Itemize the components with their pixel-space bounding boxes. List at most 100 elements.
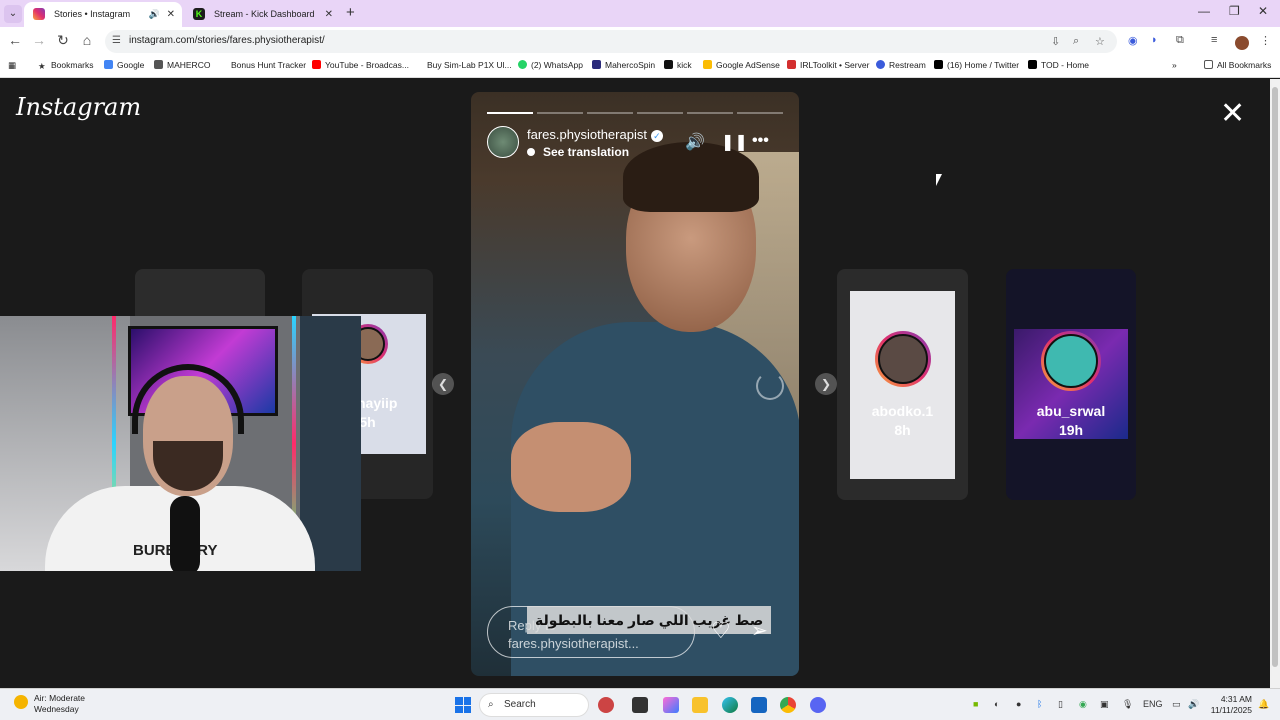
mouse-cursor-icon	[936, 174, 942, 186]
main-story[interactable]: fares.physiotherapist ✓ See translation 🔊…	[471, 92, 799, 676]
close-stories-icon[interactable]: ✕	[1220, 99, 1245, 129]
chrome-icon[interactable]	[780, 697, 796, 713]
story-username[interactable]: fares.physiotherapist ✓	[527, 127, 663, 142]
zoom-icon[interactable]: ⌕	[1073, 35, 1079, 48]
bookmark-item[interactable]: ★ Bookmarks	[38, 60, 94, 71]
url-text[interactable]: instagram.com/stories/fares.physiotherap…	[129, 35, 325, 46]
nvidia-tray-icon[interactable]: ■	[973, 699, 978, 709]
copilot-icon[interactable]	[663, 697, 679, 713]
bookmark-item[interactable]: MahercoSpin	[592, 60, 655, 70]
bookmark-item[interactable]: Restream	[876, 60, 926, 70]
extension-icon[interactable]: ◉	[1128, 34, 1138, 47]
bookmarks-overflow-icon[interactable]: »	[1172, 60, 1177, 70]
tab-audio-icon[interactable]: 🔊	[149, 2, 160, 27]
pause-icon[interactable]: ❚❚	[721, 132, 748, 152]
like-heart-icon[interactable]: ♡	[711, 618, 731, 644]
more-options-icon[interactable]: •••	[752, 132, 769, 150]
taskbar-search[interactable]: ⌕ Search	[479, 693, 589, 717]
story-person-hair	[623, 142, 759, 212]
windows-start-icon[interactable]	[455, 697, 471, 713]
bookmark-item[interactable]: (2) WhatsApp	[518, 60, 583, 70]
home-icon[interactable]: ⌂	[78, 32, 96, 48]
tab-kick[interactable]: K Stream - Kick Dashboard ✕	[184, 2, 340, 27]
back-icon[interactable]: ←	[6, 32, 24, 48]
media-control-icon[interactable]: ≡	[1211, 34, 1217, 46]
forward-icon[interactable]: →	[30, 32, 48, 48]
profile-avatar[interactable]	[1235, 36, 1249, 50]
tab-title: Stories • Instagram	[54, 9, 131, 19]
send-icon[interactable]: ➢	[751, 618, 768, 643]
extensions-puzzle-icon[interactable]: ⧉	[1176, 34, 1184, 47]
page-scrollbar[interactable]	[1270, 79, 1280, 688]
tray-icon[interactable]: ▯	[1058, 699, 1063, 710]
browser-toolbar: ← → ↻ ⌂ ☰ instagram.com/stories/fares.ph…	[0, 27, 1280, 56]
story-user-avatar[interactable]	[487, 126, 519, 158]
bookmark-item[interactable]: Google	[104, 60, 144, 70]
apps-grid-icon[interactable]: ▦	[8, 60, 16, 71]
microphone-tray-icon[interactable]: 🎙	[1122, 699, 1133, 710]
bookmark-item[interactable]: Buy Sim-Lab P1X Ul...	[414, 60, 512, 70]
taskbar-clock[interactable]: 4:31 AM 11/11/2025	[1206, 694, 1252, 716]
side-story-time: 19h	[1058, 422, 1084, 438]
file-explorer-icon[interactable]	[692, 697, 708, 713]
next-story-icon[interactable]: ❯	[815, 373, 837, 395]
story-progress-segment	[687, 112, 733, 114]
tray-icon[interactable]: ◉	[1079, 699, 1087, 710]
store-icon[interactable]	[751, 697, 767, 713]
tab-title: Stream - Kick Dashboard	[214, 9, 315, 19]
bookmark-item[interactable]: TOD - Home	[1028, 60, 1089, 70]
taskbar-app-icon[interactable]	[598, 697, 614, 713]
instagram-logo[interactable]: Instagram	[16, 93, 141, 121]
bookmark-item[interactable]: YouTube - Broadcas...	[312, 60, 409, 70]
volume-icon[interactable]: 🔊	[685, 132, 705, 152]
see-translation-link[interactable]: See translation	[527, 145, 629, 159]
reload-icon[interactable]: ↻	[54, 32, 72, 49]
scrollbar-thumb[interactable]	[1272, 87, 1278, 667]
menu-kebab-icon[interactable]: ⋮	[1260, 34, 1271, 47]
side-story-card[interactable]: abu_srwal 19h	[1006, 269, 1136, 500]
side-story-card[interactable]: abodko.1 8h	[837, 269, 968, 500]
language-indicator[interactable]: ENG	[1143, 699, 1163, 709]
side-story-time: 8h	[894, 422, 911, 438]
restore-icon[interactable]: ❐	[1229, 4, 1240, 18]
tab-instagram[interactable]: Stories • Instagram 🔊 ✕	[24, 2, 182, 27]
all-bookmarks[interactable]: All Bookmarks	[1204, 60, 1271, 70]
new-tab-icon[interactable]: +	[346, 4, 355, 21]
edge-icon[interactable]	[722, 697, 738, 713]
bookmark-item[interactable]: Bonus Hunt Tracker	[218, 60, 306, 70]
notification-icon[interactable]: 🔔	[1258, 699, 1269, 710]
tab-search-icon[interactable]: ⌄	[4, 5, 22, 23]
bookmark-item[interactable]: MAHERCO	[154, 60, 210, 70]
bookmark-item[interactable]: (16) Home / Twitter	[934, 60, 1019, 70]
tab-close-icon[interactable]: ✕	[167, 2, 175, 27]
address-bar[interactable]: ☰ instagram.com/stories/fares.physiother…	[105, 30, 1117, 53]
star-icon[interactable]: ☆	[1095, 35, 1105, 48]
previous-story-icon[interactable]: ❮	[432, 373, 454, 395]
tab-strip: ⌄ Stories • Instagram 🔊 ✕ K Stream - Kic…	[0, 0, 1280, 27]
bookmark-item[interactable]: Google AdSense	[703, 60, 780, 70]
site-info-icon[interactable]: ☰	[112, 35, 121, 46]
bookmark-label: Restream	[889, 60, 926, 70]
task-view-icon[interactable]	[632, 697, 648, 713]
weather-icon	[14, 695, 28, 709]
bookmark-label: Bonus Hunt Tracker	[231, 60, 307, 70]
bluetooth-icon[interactable]: ᛒ	[1037, 699, 1042, 709]
audio-extension-icon[interactable]: ◗	[1151, 34, 1158, 46]
minimize-icon[interactable]: —	[1198, 4, 1210, 18]
bookmark-item[interactable]: kick	[664, 60, 692, 70]
tray-icon[interactable]: ◐	[994, 699, 999, 709]
tray-icon[interactable]: ▣	[1100, 699, 1109, 710]
bookmark-label: MahercoSpin	[605, 60, 656, 70]
bookmark-item[interactable]: IRLToolkit • Server	[787, 60, 869, 70]
tray-icon[interactable]: ●	[1016, 699, 1021, 709]
tab-close-icon[interactable]: ✕	[325, 2, 333, 27]
story-avatar-ring	[1041, 331, 1101, 391]
install-icon[interactable]: ⇩	[1051, 35, 1060, 48]
network-icon[interactable]: ▭	[1172, 699, 1181, 710]
volume-tray-icon[interactable]: 🔊	[1188, 699, 1199, 710]
discord-icon[interactable]	[810, 697, 826, 713]
loading-spinner-icon	[756, 372, 784, 400]
side-story-username: abu_srwal	[1036, 403, 1106, 419]
window-close-icon[interactable]: ✕	[1258, 4, 1268, 18]
weather-widget[interactable]: Air: Moderate Wednesday	[14, 693, 85, 715]
